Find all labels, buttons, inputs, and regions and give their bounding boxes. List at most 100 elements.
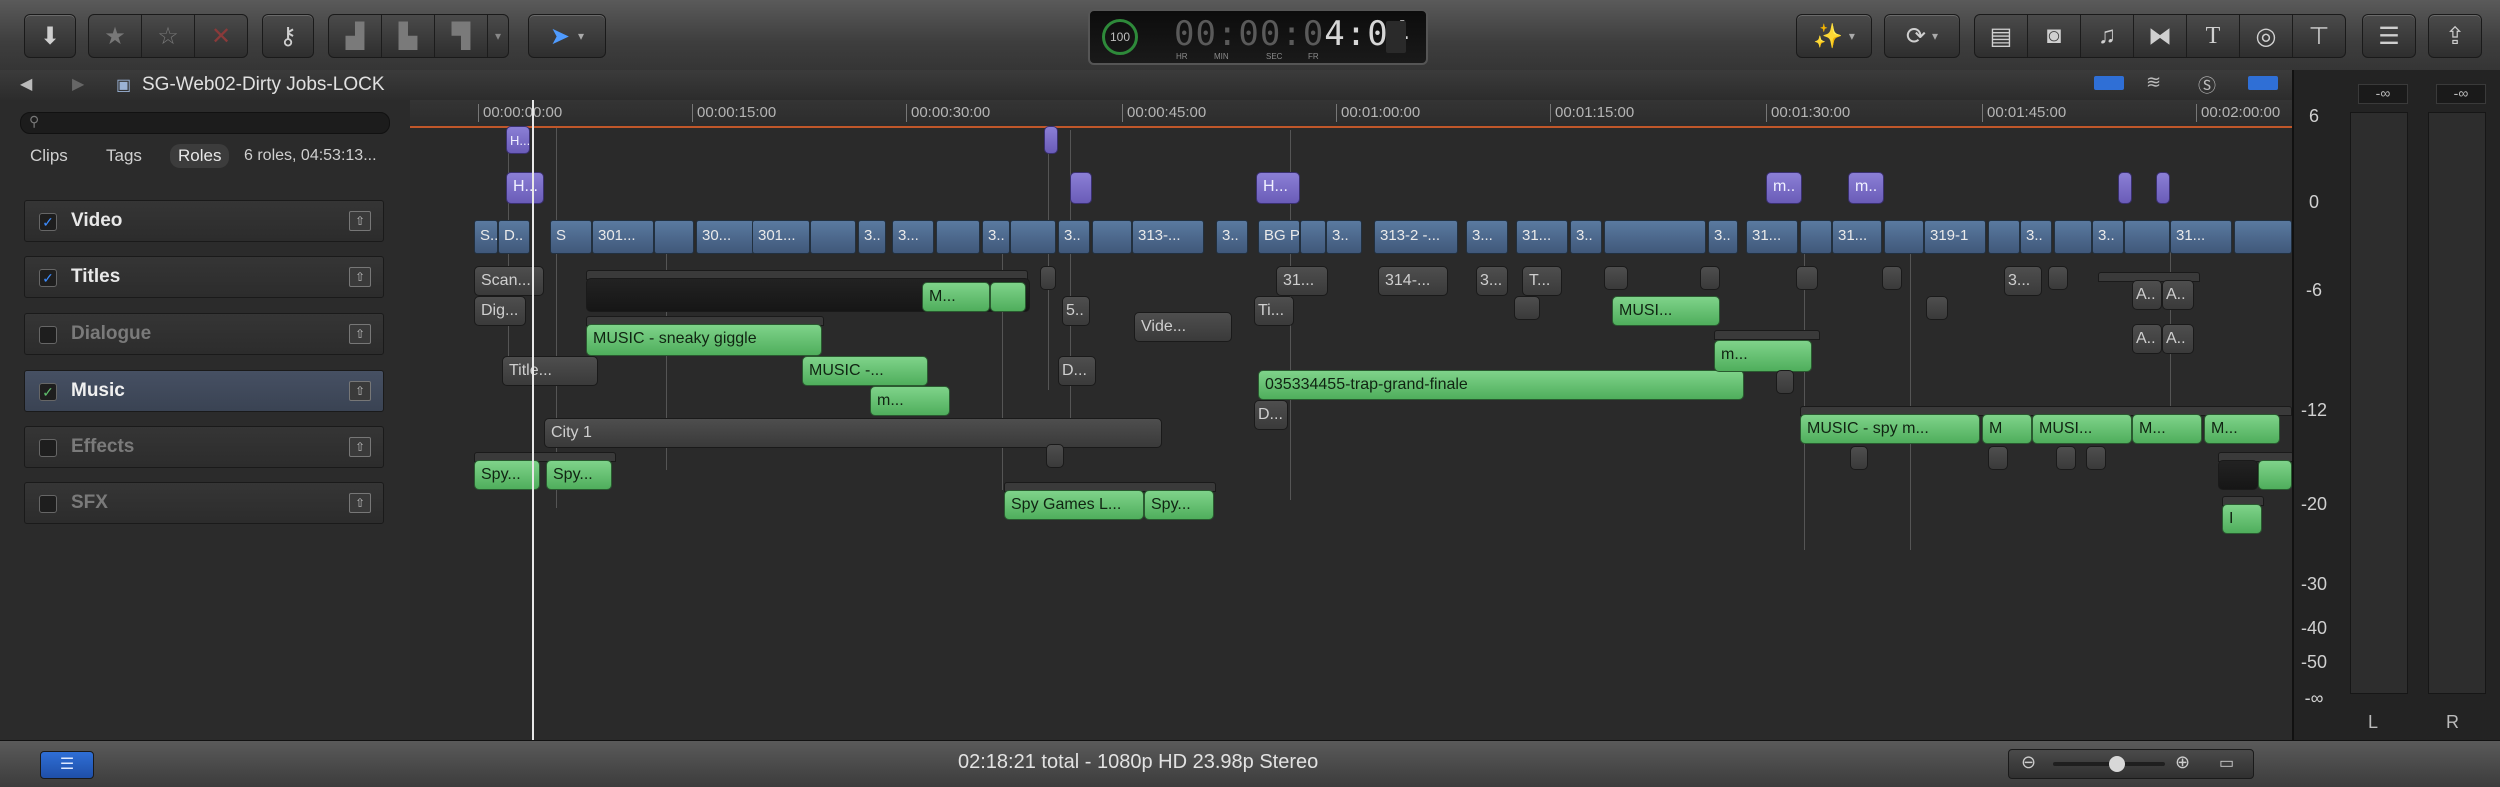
- primary-clip[interactable]: [654, 220, 694, 254]
- primary-clip[interactable]: [1604, 220, 1706, 254]
- primary-clip[interactable]: 3...: [1466, 220, 1508, 254]
- primary-clip[interactable]: 3..: [982, 220, 1010, 254]
- unrate-button[interactable]: ☆: [142, 15, 195, 57]
- expand-lane-icon[interactable]: ⇧: [349, 493, 371, 513]
- primary-clip[interactable]: 3..: [1216, 220, 1248, 254]
- role-checkbox-effects[interactable]: [39, 439, 57, 457]
- title-clip[interactable]: [2156, 172, 2170, 204]
- timeline[interactable]: 00:00:00:00 00:00:15:00 00:00:30:00 00:0…: [410, 100, 2294, 740]
- role-checkbox-sfx[interactable]: [39, 495, 57, 513]
- primary-clip[interactable]: [1300, 220, 1326, 254]
- insert-clip-button[interactable]: ▙: [382, 15, 435, 57]
- video-clip[interactable]: Dig...: [474, 296, 526, 326]
- generators-button[interactable]: ◎: [2240, 15, 2293, 57]
- music-clip[interactable]: MUSI...: [2032, 414, 2132, 444]
- primary-clip[interactable]: [1988, 220, 2020, 254]
- timeline-ruler[interactable]: 00:00:00:00 00:00:15:00 00:00:30:00 00:0…: [410, 100, 2292, 128]
- clip-appearance-icon[interactable]: ▭: [2219, 753, 2234, 773]
- music-clip[interactable]: MUSI...: [1612, 296, 1720, 326]
- title-clip[interactable]: [1070, 172, 1092, 204]
- enhancements-button[interactable]: ✨ ▾: [1796, 14, 1872, 58]
- primary-clip[interactable]: [936, 220, 980, 254]
- expand-lane-icon[interactable]: ⇧: [349, 324, 371, 344]
- music-clip[interactable]: M...: [2204, 414, 2280, 444]
- primary-clip[interactable]: 31...: [2170, 220, 2232, 254]
- role-checkbox-titles[interactable]: ✓: [39, 269, 57, 287]
- role-titles[interactable]: ✓ Titles ⇧: [24, 256, 384, 298]
- primary-clip[interactable]: 3..: [858, 220, 886, 254]
- select-tool-button[interactable]: ➤ ▾: [528, 14, 606, 58]
- primary-clip[interactable]: 31...: [1832, 220, 1882, 254]
- audio-clip[interactable]: [1040, 266, 1056, 290]
- primary-clip[interactable]: 301...: [592, 220, 654, 254]
- music-clip[interactable]: Spy Games L...: [1004, 490, 1144, 520]
- title-clip[interactable]: Ti...: [1254, 296, 1294, 326]
- primary-clip[interactable]: 313-...: [1132, 220, 1204, 254]
- edit-options-menu[interactable]: ▾: [488, 15, 508, 57]
- music-clip[interactable]: M...: [922, 282, 990, 312]
- music-clip[interactable]: [2258, 460, 2292, 490]
- music-clip[interactable]: MUSIC -...: [802, 356, 928, 386]
- video-clip[interactable]: Vide...: [1134, 312, 1232, 342]
- primary-clip[interactable]: 3..: [1058, 220, 1090, 254]
- primary-clip[interactable]: [2234, 220, 2292, 254]
- audio-clip[interactable]: [1926, 296, 1948, 320]
- favorite-button[interactable]: ★: [89, 15, 142, 57]
- audio-clip[interactable]: A..: [2132, 324, 2162, 354]
- primary-clip[interactable]: 3..: [1708, 220, 1738, 254]
- music-clip[interactable]: MUSIC - spy m...: [1800, 414, 1980, 444]
- music-clip[interactable]: M...: [2132, 414, 2202, 444]
- video-clip[interactable]: 3...: [2004, 266, 2042, 296]
- primary-clip[interactable]: 30...: [696, 220, 754, 254]
- audio-clip[interactable]: [2086, 446, 2106, 470]
- audio-clip[interactable]: [2048, 266, 2068, 290]
- audio-clip[interactable]: [1700, 266, 1720, 290]
- zoom-slider-thumb[interactable]: [2109, 756, 2125, 772]
- audio-clip[interactable]: [1988, 446, 2008, 470]
- primary-clip[interactable]: D..: [498, 220, 530, 254]
- video-clip[interactable]: 3...: [1476, 266, 1508, 296]
- audio-clip[interactable]: A..: [2132, 280, 2162, 310]
- zoom-out-icon[interactable]: ⊖: [2021, 752, 2036, 773]
- primary-clip[interactable]: [2124, 220, 2170, 254]
- audio-clip[interactable]: [1882, 266, 1902, 290]
- photos-button[interactable]: ◙: [2028, 15, 2081, 57]
- primary-clip[interactable]: [1884, 220, 1924, 254]
- audio-clip[interactable]: [1850, 446, 1868, 470]
- primary-clip[interactable]: S..: [474, 220, 498, 254]
- video-clip[interactable]: 5..: [1062, 296, 1090, 326]
- timecode-display[interactable]: 100 00:00:04:04 HR MIN SEC FR: [1088, 9, 1428, 65]
- title-clip[interactable]: H...: [506, 126, 530, 154]
- tab-tags[interactable]: Tags: [98, 144, 150, 168]
- index-search-field[interactable]: ⚲: [20, 112, 390, 134]
- audio-clip[interactable]: [1776, 370, 1794, 394]
- tab-roles[interactable]: Roles: [170, 144, 230, 168]
- primary-clip[interactable]: 3..: [2020, 220, 2052, 254]
- role-video[interactable]: ✓ Video ⇧: [24, 200, 384, 242]
- retime-button[interactable]: ⟳ ▾: [1884, 14, 1960, 58]
- video-clip[interactable]: T...: [1522, 266, 1562, 296]
- reject-button[interactable]: ✕: [195, 15, 247, 57]
- expand-lane-icon[interactable]: ⇧: [349, 211, 371, 231]
- music-clip[interactable]: [990, 282, 1026, 312]
- music-clip[interactable]: MUSIC - sneaky giggle: [586, 324, 822, 356]
- primary-clip[interactable]: 3..: [2092, 220, 2124, 254]
- primary-clip[interactable]: 3..: [1570, 220, 1602, 254]
- share-button[interactable]: ⇪: [2428, 14, 2482, 58]
- audio-clip[interactable]: [1046, 444, 1064, 468]
- audio-clip[interactable]: A..: [2162, 280, 2194, 310]
- primary-clip[interactable]: BG P...: [1258, 220, 1300, 254]
- media-browser-button[interactable]: ▤: [1975, 15, 2028, 57]
- music-button[interactable]: ♫: [2081, 15, 2134, 57]
- primary-clip[interactable]: 301...: [752, 220, 810, 254]
- title-clip[interactable]: H...: [1256, 172, 1300, 204]
- video-clip[interactable]: D...: [1254, 400, 1288, 430]
- title-clip[interactable]: [2118, 172, 2132, 204]
- expand-lane-icon[interactable]: ⇧: [349, 381, 371, 401]
- inspector-button[interactable]: ☰: [2362, 14, 2416, 58]
- music-clip[interactable]: Spy...: [474, 460, 540, 490]
- primary-clip[interactable]: 319-1: [1924, 220, 1986, 254]
- titles-button[interactable]: T: [2187, 15, 2240, 57]
- role-sfx[interactable]: SFX ⇧: [24, 482, 384, 524]
- audio-clip[interactable]: [1604, 266, 1628, 290]
